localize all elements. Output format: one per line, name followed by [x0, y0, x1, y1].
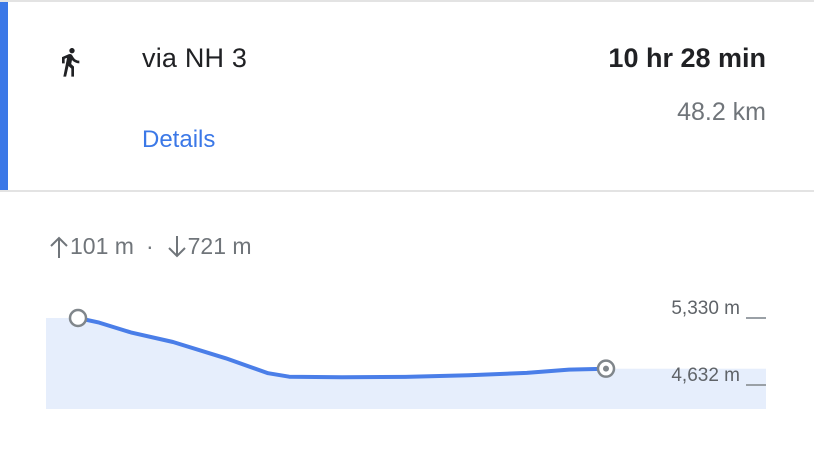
- walking-icon: [62, 48, 80, 77]
- arrow-up-icon: [50, 236, 68, 258]
- ascent-value: 101 m: [70, 233, 134, 259]
- details-link[interactable]: Details: [142, 126, 215, 154]
- section-divider: [0, 190, 814, 192]
- route-duration: 10 hr 28 min: [608, 43, 766, 73]
- route-end-marker-dot: [603, 365, 609, 372]
- elevation-profile-chart: 5,330 m 4,632 m: [46, 298, 766, 409]
- elevation-summary: 101 m · 721 m: [48, 233, 252, 260]
- route-option-card[interactable]: via NH 3 10 hr 28 min 48.2 km Details: [0, 2, 814, 190]
- route-title: via NH 3: [142, 43, 248, 73]
- route-distance: 48.2 km: [677, 98, 766, 126]
- route-start-marker: [68, 308, 88, 328]
- y-tick-label: 4,632 m: [671, 365, 740, 386]
- y-tick-label: 5,330 m: [671, 298, 740, 319]
- arrow-down-icon: [167, 235, 186, 257]
- descent-value: 721 m: [187, 233, 252, 259]
- elevation-area-fill: [46, 318, 766, 409]
- separator-dot: ·: [145, 233, 154, 259]
- selected-route-indicator: [0, 2, 8, 190]
